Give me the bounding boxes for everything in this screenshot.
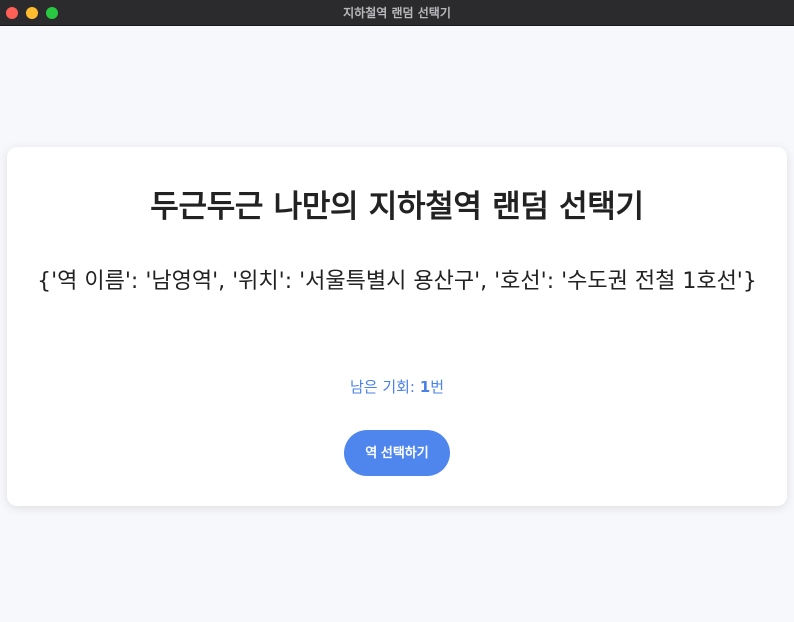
- remaining-chances-unit: 번: [430, 378, 445, 396]
- window-titlebar: 지하철역 랜덤 선택기: [0, 0, 794, 26]
- page-title: 두근두근 나만의 지하철역 랜덤 선택기: [150, 189, 644, 225]
- app-content: 두근두근 나만의 지하철역 랜덤 선택기 {'역 이름': '남영역', '위치…: [0, 26, 794, 622]
- window-title: 지하철역 랜덤 선택기: [343, 6, 451, 20]
- remaining-chances-count: 1: [419, 378, 431, 396]
- select-station-button[interactable]: 역 선택하기: [344, 430, 450, 476]
- remaining-chances: 남은 기회: 1번: [7, 376, 787, 397]
- selected-station-result: {'역 이름': '남영역', '위치': '서울특별시 용산구', '호선':…: [37, 269, 757, 294]
- remaining-chances-label: 남은 기회:: [349, 378, 420, 396]
- selector-card: 두근두근 나만의 지하철역 랜덤 선택기 {'역 이름': '남영역', '위치…: [7, 147, 787, 506]
